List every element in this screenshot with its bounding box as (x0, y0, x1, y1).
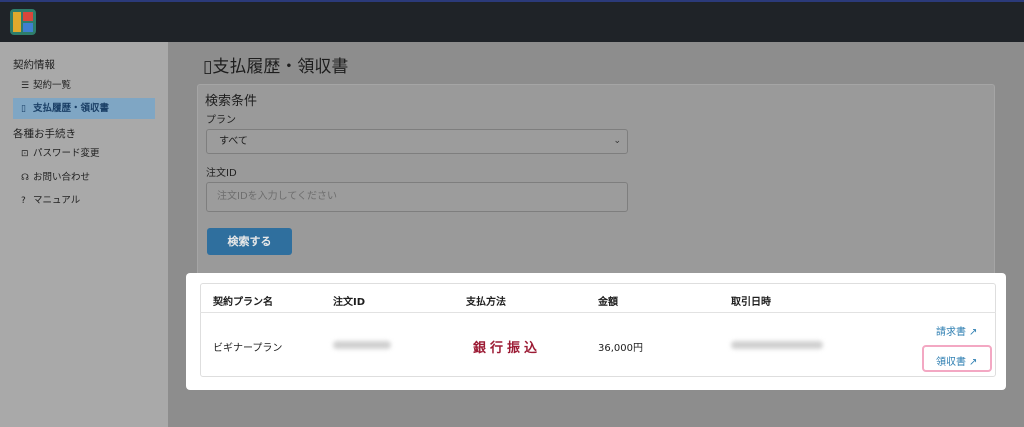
headset-icon: ☊ (21, 173, 29, 183)
header-payment-method: 支払方法 (466, 297, 506, 308)
external-link-icon: ↗ (969, 357, 978, 368)
chevron-down-icon: ⌄ (613, 136, 621, 146)
question-icon: ? (21, 196, 26, 206)
search-button[interactable]: 検索する (207, 228, 292, 255)
sidebar-item-manual[interactable]: ? マニュアル (13, 190, 155, 211)
order-id-input[interactable]: 注文IDを入力してください (206, 182, 628, 212)
header-order-id: 注文ID (333, 297, 366, 308)
sidebar-item-label: マニュアル (33, 195, 81, 206)
receipt-link[interactable]: 領収書 ↗ (936, 353, 977, 368)
sidebar-item-contracts[interactable]: ☰ 契約一覧 (13, 75, 155, 96)
external-link-icon: ↗ (969, 327, 978, 338)
logo-icon[interactable] (10, 9, 36, 35)
sidebar-section-procedures: 各種お手続き (13, 128, 76, 140)
document-icon: ▯ (21, 104, 26, 114)
sidebar-item-payments[interactable]: ▯ 支払履歴・領収書 (13, 98, 155, 119)
plan-select[interactable]: すべて ⌄ (206, 129, 628, 154)
document-icon: ▯ (203, 57, 213, 77)
sidebar-item-label: 契約一覧 (33, 80, 72, 91)
cell-date-redacted (731, 341, 823, 349)
cell-amount: 36,000円 (598, 343, 643, 354)
search-card (197, 84, 995, 276)
sidebar-item-password[interactable]: ⊡ パスワード変更 (13, 143, 155, 164)
sidebar-item-label: お問い合わせ (33, 172, 91, 183)
cell-payment-method: 銀行振込 (473, 341, 542, 356)
invoice-link[interactable]: 請求書 ↗ (936, 323, 977, 338)
plan-label: プラン (206, 115, 236, 126)
plan-select-value: すべて (219, 136, 248, 147)
top-bar (0, 0, 1024, 42)
order-id-placeholder: 注文IDを入力してください (217, 191, 338, 202)
header-date: 取引日時 (731, 297, 771, 308)
lock-icon: ⊡ (21, 149, 29, 159)
sidebar-section-contract: 契約情報 (13, 59, 55, 71)
list-icon: ☰ (21, 81, 30, 91)
sidebar-item-label: パスワード変更 (33, 148, 100, 159)
order-id-label: 注文ID (206, 168, 237, 179)
search-title: 検索条件 (205, 94, 258, 109)
cell-order-id-redacted (333, 341, 391, 349)
header-amount: 金額 (598, 297, 618, 308)
page-title: ▯支払履歴・領収書 (203, 57, 349, 77)
sidebar-item-label: 支払履歴・領収書 (33, 103, 110, 114)
cell-plan: ビギナープラン (213, 343, 283, 354)
header-plan: 契約プラン名 (213, 297, 273, 308)
sidebar-item-contact[interactable]: ☊ お問い合わせ (13, 167, 155, 188)
